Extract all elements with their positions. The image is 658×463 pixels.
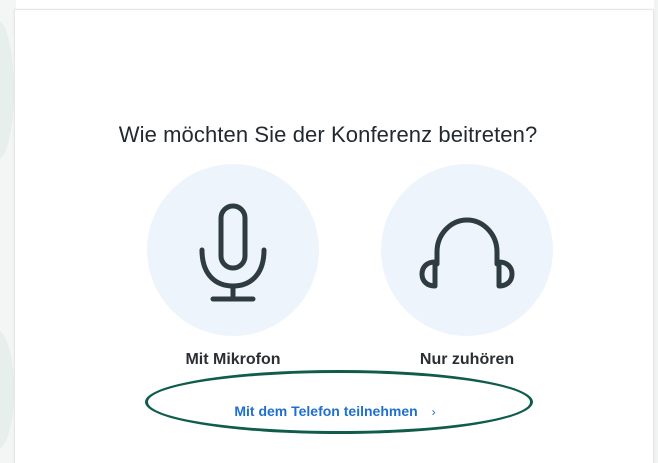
join-by-phone-link[interactable]: Mit dem Telefon teilnehmen › bbox=[215, 403, 455, 419]
headphones-icon bbox=[419, 217, 515, 289]
listen-only-option-circle[interactable] bbox=[381, 164, 553, 336]
join-by-phone-label: Mit dem Telefon teilnehmen bbox=[234, 403, 418, 419]
background-decoration bbox=[0, 330, 14, 450]
listen-only-option-label: Nur zuhören bbox=[419, 351, 515, 368]
background-decoration bbox=[0, 20, 14, 160]
chevron-right-icon: › bbox=[431, 405, 436, 419]
microphone-option-circle[interactable] bbox=[147, 164, 319, 336]
background-right-strip bbox=[654, 0, 658, 463]
join-audio-dialog: Wie möchten Sie der Konferenz beitreten?… bbox=[14, 9, 654, 463]
join-with-microphone-button[interactable]: Mit Mikrofon bbox=[147, 164, 319, 380]
microphone-option-label: Mit Mikrofon bbox=[185, 351, 281, 368]
dialog-title: Wie möchten Sie der Konferenz beitreten? bbox=[118, 122, 538, 147]
microphone-icon bbox=[199, 203, 267, 302]
page: Wie möchten Sie der Konferenz beitreten?… bbox=[0, 0, 658, 463]
listen-only-button[interactable]: Nur zuhören bbox=[381, 164, 553, 380]
